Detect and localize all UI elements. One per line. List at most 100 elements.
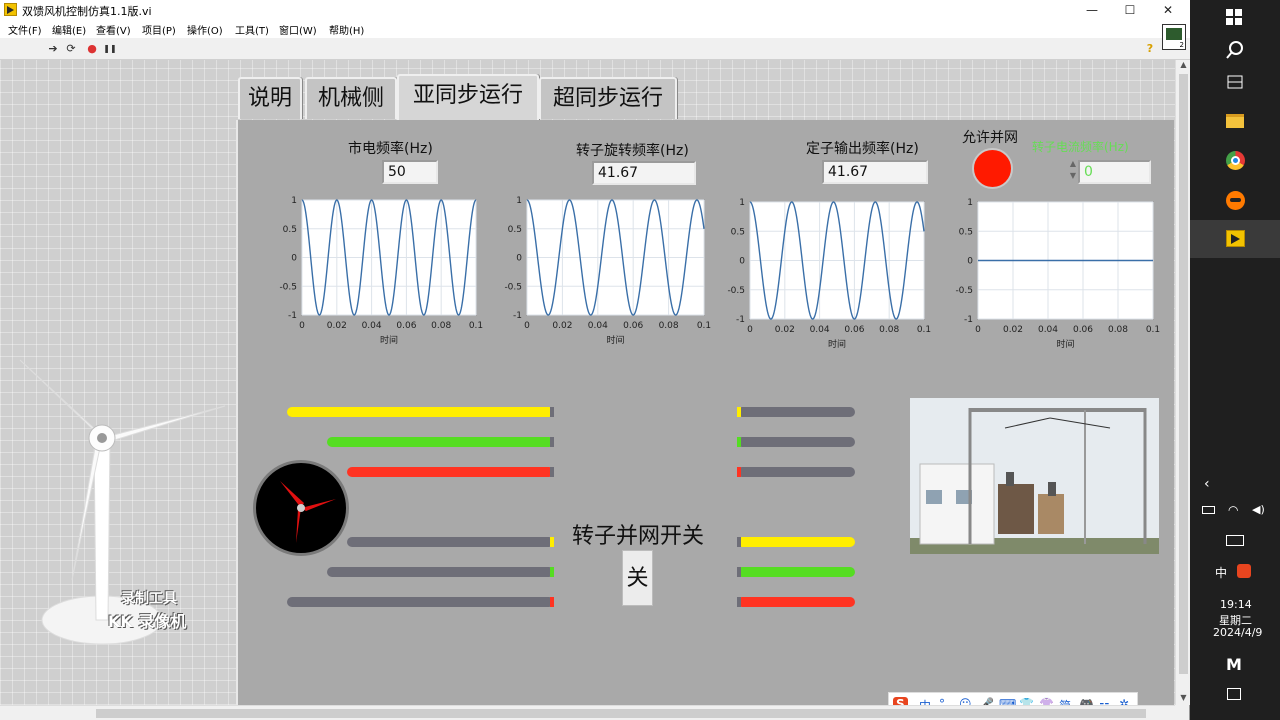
maximize-button[interactable]: ☐ [1111, 0, 1149, 20]
x-axis-label: 时间 [828, 338, 846, 350]
grid-frequency-label: 市电频率(Hz) [348, 141, 433, 157]
tab-subsynchronous[interactable]: 亚同步运行 [397, 74, 539, 120]
rotor-grid-switch-button[interactable]: 关 [622, 550, 653, 606]
x-tick-label: 0 [747, 325, 753, 335]
x-tick-label: 0.04 [588, 321, 608, 331]
menu-window[interactable]: 窗口(W) [279, 22, 317, 37]
rotor-grid-switch-label: 转子并网开关 [572, 524, 705, 549]
stator-frequency-label: 定子输出频率(Hz) [806, 141, 919, 157]
x-tick-label: 0.04 [1038, 325, 1058, 335]
watermark-recorder-label: 录制工具 [121, 591, 177, 607]
x-tick-label: 0.06 [1073, 325, 1093, 335]
vertical-scroll-thumb[interactable] [1179, 74, 1188, 674]
tab-mechanical-side[interactable]: 机械侧 [305, 77, 397, 119]
menu-edit[interactable]: 编辑(E) [52, 22, 86, 37]
left-bar-phase-a [287, 407, 554, 417]
x-tick-label: 0.08 [879, 325, 899, 335]
tab-supersynchronous[interactable]: 超同步运行 [539, 77, 677, 119]
file-explorer-icon[interactable] [1226, 114, 1244, 128]
horizontal-scroll-thumb[interactable] [96, 709, 1146, 718]
plot-svg: 0 0.02 0.04 0.06 0.08 0.1 1 0.5 0 -0.5 -1 时间 [279, 196, 483, 346]
right-bar-rotor-a [737, 537, 855, 547]
vertical-scrollbar[interactable]: ▲ ▼ [1175, 60, 1190, 705]
x-tick-label: 0.08 [659, 321, 679, 331]
windows-start-icon[interactable] [1226, 9, 1242, 25]
x-tick-label: 0.04 [362, 321, 382, 331]
volume-icon[interactable]: ◀) [1252, 503, 1265, 516]
y-tick-label: -1 [964, 315, 973, 325]
x-tick-label: 0 [524, 321, 530, 331]
menu-bar: 文件(F) 编辑(E) 查看(V) 项目(P) 操作(O) 工具(T) 窗口(W… [0, 20, 1190, 38]
vi-icon: 2 [1162, 24, 1186, 50]
rotor-current-frequency-label: 转子电流频率(Hz) [1032, 140, 1129, 154]
notification-icon[interactable] [1227, 688, 1241, 700]
window-title: 双馈风机控制仿真1.1版.vi [22, 5, 152, 18]
horizontal-scrollbar[interactable] [0, 705, 1175, 720]
left-bar-phase-c [347, 467, 554, 477]
x-tick-label: 0 [299, 321, 305, 331]
x-tick-label: 0.08 [431, 321, 451, 331]
title-bar: 双馈风机控制仿真1.1版.vi — ☐ ✕ [0, 0, 1190, 20]
rotor-blades-icon [280, 481, 336, 543]
x-axis-label: 时间 [1056, 338, 1074, 350]
scroll-up-icon[interactable]: ▲ [1176, 60, 1191, 72]
rotor-frequency-label: 转子旋转频率(Hz) [576, 143, 689, 159]
left-bar-rotor-a [347, 537, 554, 547]
menu-operate[interactable]: 操作(O) [187, 22, 223, 37]
search-icon[interactable] [1226, 41, 1244, 59]
labview-taskbar-icon[interactable] [1190, 220, 1280, 258]
rotor-current-frequency-control[interactable]: 0 [1078, 160, 1151, 184]
y-tick-label: 1 [291, 196, 297, 206]
labview-app-icon [4, 3, 17, 16]
rotor-current-frequency-stepper[interactable]: ▲ ▼ [1068, 158, 1078, 184]
grid-frequency-indicator: 50 [382, 160, 438, 184]
touch-keyboard-icon[interactable] [1226, 535, 1244, 546]
run-continuously-icon[interactable]: ⟳ [64, 42, 78, 56]
pause-icon[interactable]: ❚❚ [103, 42, 117, 56]
y-tick-label: 1 [516, 196, 522, 206]
context-help-icon[interactable]: ? [1143, 42, 1157, 56]
x-tick-label: 0.06 [623, 321, 643, 331]
clock-date[interactable]: 2024/4/9 [1213, 626, 1262, 639]
plot-svg: 0 0.02 0.04 0.06 0.08 0.1 1 0.5 0 -0.5 -1 时间 [504, 196, 711, 346]
allow-grid-connection-led [972, 148, 1013, 189]
tray-chevron-icon[interactable]: ‹ [1204, 476, 1210, 492]
vi-badge: 2 [1179, 41, 1184, 49]
chrome-icon[interactable] [1226, 151, 1245, 170]
close-button[interactable]: ✕ [1149, 0, 1187, 20]
y-tick-label: 1 [739, 198, 745, 208]
app-m-icon[interactable]: M [1226, 655, 1242, 674]
x-tick-label: 0.04 [810, 325, 830, 335]
minimize-button[interactable]: — [1073, 0, 1111, 20]
abort-icon[interactable]: ● [85, 42, 99, 56]
x-tick-label: 0.1 [469, 321, 483, 331]
menu-file[interactable]: 文件(F) [8, 22, 42, 37]
sogou-tray-icon[interactable] [1237, 564, 1251, 578]
menu-tools[interactable]: 工具(T) [235, 22, 269, 37]
wifi-icon[interactable]: ◠ [1228, 503, 1238, 517]
y-tick-label: -0.5 [955, 286, 973, 296]
x-tick-label: 0.02 [552, 321, 572, 331]
battery-icon[interactable] [1202, 506, 1215, 514]
tab-description[interactable]: 说明 [238, 77, 302, 119]
rotor-frequency-indicator: 41.67 [592, 161, 696, 185]
y-tick-label: 0.5 [959, 227, 973, 237]
y-tick-label: 1 [967, 198, 973, 208]
substation-photo [910, 398, 1159, 554]
y-tick-label: -1 [513, 311, 522, 321]
y-tick-label: -0.5 [727, 286, 745, 296]
task-view-icon[interactable] [1227, 75, 1243, 89]
y-tick-label: 0.5 [731, 227, 745, 237]
labview-window: 双馈风机控制仿真1.1版.vi — ☐ ✕ 文件(F) 编辑(E) 查看(V) … [0, 0, 1190, 720]
menu-view[interactable]: 查看(V) [96, 22, 131, 37]
y-tick-label: -1 [736, 315, 745, 325]
watermark-recorder-name: KK 录像机 [108, 612, 187, 631]
menu-help[interactable]: 帮助(H) [329, 22, 364, 37]
run-icon[interactable]: ➔ [46, 42, 60, 56]
scroll-down-icon[interactable]: ▼ [1176, 693, 1191, 705]
recorder-app-icon[interactable] [1226, 191, 1245, 210]
input-language-indicator[interactable]: 中 [1215, 564, 1227, 581]
clock-time[interactable]: 19:14 [1220, 598, 1252, 611]
menu-project[interactable]: 项目(P) [142, 22, 176, 37]
windows-taskbar: ‹ ◠ ◀) 中 19:14 星期二 2024/4/9 M [1190, 0, 1280, 720]
